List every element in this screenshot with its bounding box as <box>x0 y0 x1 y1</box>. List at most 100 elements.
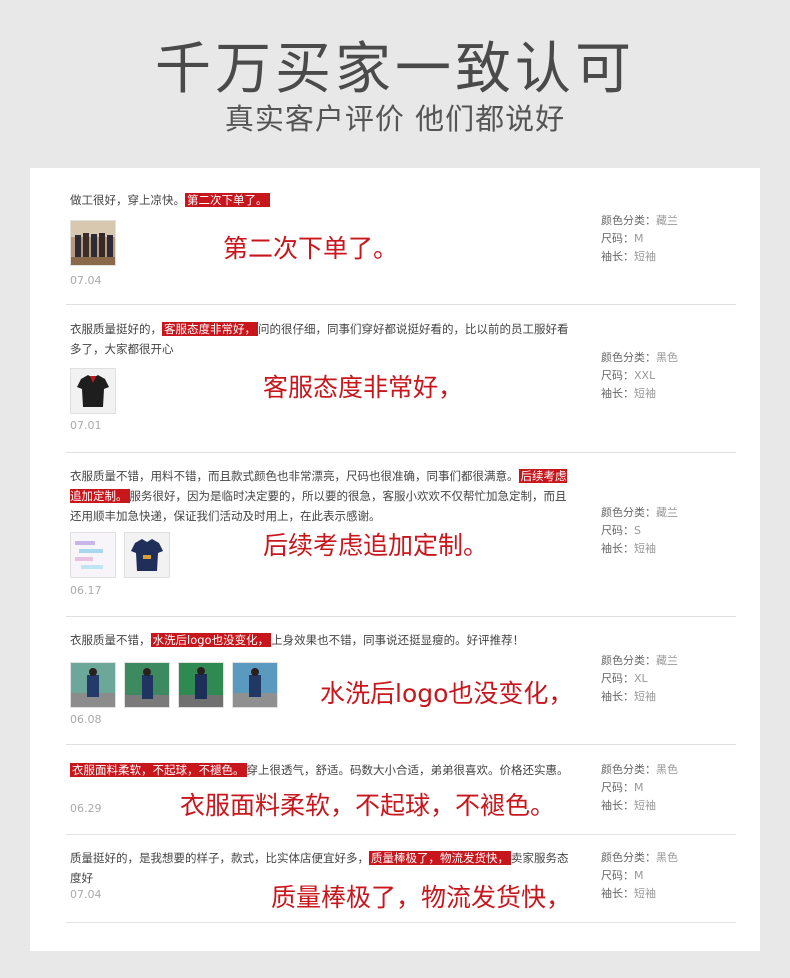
review-specs: 颜色分类：黑色 尺码：M 袖长：短袖 <box>601 761 731 815</box>
review-highlight: 客服态度非常好， <box>162 322 258 336</box>
review-date: 06.08 <box>70 713 102 726</box>
review-photo-thumbnail[interactable] <box>70 220 116 266</box>
spec-size: 尺码：XXL <box>601 367 731 385</box>
spec-value: XXL <box>634 369 656 382</box>
spec-value: 藏兰 <box>656 506 678 519</box>
review-thumbnails <box>70 532 178 578</box>
review-item: 质量挺好的，是我想要的样子，款式，比实体店便宜好多， 质量棒极了，物流发货快， 卖家… <box>66 834 736 923</box>
review-text: 衣服质量不错，用料不错，而且款式颜色也非常漂亮，尺码也很准确，同事们都很满意。后… <box>70 466 570 526</box>
spec-color: 颜色分类：藏兰 <box>601 652 731 670</box>
review-photo-thumbnail[interactable] <box>124 662 170 708</box>
review-text-after: 穿上很透气，舒适。码数大小合适，弟弟很喜欢。价格还实惠。 <box>246 763 569 777</box>
review-big-caption: 水洗后logo也没变化， <box>320 679 574 708</box>
spec-sleeve: 袖长：短袖 <box>601 385 731 403</box>
review-big-caption: 质量棒极了，物流发货快， <box>271 883 572 912</box>
spec-value: 黑色 <box>656 763 678 776</box>
spec-label: 袖长： <box>601 250 634 263</box>
spec-value: 短袖 <box>634 887 656 900</box>
spec-size: 尺码：XL <box>601 670 731 688</box>
spec-sleeve: 袖长：短袖 <box>601 688 731 706</box>
review-text-before: 衣服质量挺好的， <box>70 322 162 336</box>
review-text: 衣服质量不错， 水洗后logo也没变化， 上身效果也不错，同事说还挺显瘦的。好评推荐… <box>70 630 570 650</box>
review-text-before: 质量挺好的，是我想要的样子，款式，比实体店便宜好多， <box>70 851 369 865</box>
spec-label: 颜色分类： <box>601 351 656 364</box>
spec-label: 颜色分类： <box>601 214 656 227</box>
review-text-before: 做工很好，穿上凉快。 <box>70 193 185 207</box>
review-item: 衣服质量不错，用料不错，而且款式颜色也非常漂亮，尺码也很准确，同事们都很满意。后… <box>66 452 736 617</box>
review-date: 07.01 <box>70 419 102 432</box>
review-big-caption: 衣服面料柔软，不起球，不褪色。 <box>180 791 556 820</box>
group-photo-icon <box>71 221 115 265</box>
spec-sleeve: 袖长：短袖 <box>601 885 731 903</box>
spec-color: 颜色分类：黑色 <box>601 349 731 367</box>
spec-value: M <box>634 232 644 245</box>
review-photo-thumbnail[interactable] <box>232 662 278 708</box>
spec-label: 尺码： <box>601 232 634 245</box>
spec-label: 颜色分类： <box>601 654 656 667</box>
spec-label: 尺码： <box>601 672 634 685</box>
review-photo-thumbnail[interactable] <box>70 532 116 578</box>
review-highlight: 衣服面料柔软，不起球，不褪色。 <box>70 763 247 777</box>
review-specs: 颜色分类：黑色 尺码：XXL 袖长：短袖 <box>601 349 731 403</box>
spec-value: 短袖 <box>634 250 656 263</box>
review-highlight: 水洗后logo也没变化， <box>150 633 272 647</box>
worker-photo-icon <box>179 663 223 707</box>
spec-size: 尺码：M <box>601 867 731 885</box>
spec-label: 袖长： <box>601 690 634 703</box>
review-big-caption: 客服态度非常好， <box>263 373 464 402</box>
spec-label: 尺码： <box>601 781 634 794</box>
review-photo-thumbnail[interactable] <box>70 368 116 414</box>
review-text: 衣服面料柔软，不起球，不褪色。 穿上很透气，舒适。码数大小合适，弟弟很喜欢。价格还… <box>70 760 570 780</box>
spec-label: 尺码： <box>601 369 634 382</box>
review-item: 衣服面料柔软，不起球，不褪色。 穿上很透气，舒适。码数大小合适，弟弟很喜欢。价格还… <box>66 744 736 835</box>
spec-label: 袖长： <box>601 542 634 555</box>
page-subtitle: 真实客户评价 他们都说好 <box>224 102 566 136</box>
page-title: 千万买家一致认可 <box>155 37 635 102</box>
review-specs: 颜色分类：藏兰 尺码：XL 袖长：短袖 <box>601 652 731 706</box>
review-specs: 颜色分类：黑色 尺码：M 袖长：短袖 <box>601 849 731 903</box>
chat-screenshot-icon <box>71 533 115 577</box>
spec-color: 颜色分类：黑色 <box>601 849 731 867</box>
review-thumbnails <box>70 662 286 708</box>
spec-color: 颜色分类：藏兰 <box>601 212 731 230</box>
navy-polo-icon <box>125 533 169 577</box>
spec-color: 颜色分类：黑色 <box>601 761 731 779</box>
reviews-panel: 做工很好，穿上凉快。第二次下单了。 第二次下单了。 07.04 颜色分类：藏兰 <box>30 168 760 951</box>
review-specs: 颜色分类：藏兰 尺码：M 袖长：短袖 <box>601 212 731 266</box>
spec-value: XL <box>634 672 648 685</box>
spec-color: 颜色分类：藏兰 <box>601 504 731 522</box>
review-photo-thumbnail[interactable] <box>178 662 224 708</box>
review-thumbnails <box>70 220 124 266</box>
review-text: 做工很好，穿上凉快。 第二次下单了。 <box>70 190 570 210</box>
spec-size: 尺码：M <box>601 230 731 248</box>
spec-value: 藏兰 <box>656 654 678 667</box>
spec-label: 颜色分类： <box>601 763 656 776</box>
review-item: 做工很好，穿上凉快。第二次下单了。 第二次下单了。 07.04 颜色分类：藏兰 <box>66 182 736 305</box>
spec-value: 短袖 <box>634 799 656 812</box>
spec-label: 颜色分类： <box>601 506 656 519</box>
spec-label: 尺码： <box>601 869 634 882</box>
review-text: 衣服质量挺好的， 客服态度非常好， 问的很仔细，同事们穿好都说挺好看的，比以前的员工… <box>70 319 570 359</box>
review-text-before: 衣服质量不错， <box>70 633 151 647</box>
review-highlight: 第二次下单了。 <box>185 193 270 207</box>
spec-value: 黑色 <box>656 851 678 864</box>
spec-value: 藏兰 <box>656 214 678 227</box>
review-text-after: 上身效果也不错，同事说还挺显瘦的。好评推荐！ <box>271 633 525 647</box>
review-big-caption: 后续考虑追加定制。 <box>263 531 489 560</box>
review-photo-thumbnail[interactable] <box>70 662 116 708</box>
review-item: 衣服质量不错， 水洗后logo也没变化， 上身效果也不错，同事说还挺显瘦的。好评推荐… <box>66 616 736 745</box>
spec-label: 袖长： <box>601 887 634 900</box>
worker-photo-icon <box>71 663 115 707</box>
review-photo-thumbnail[interactable] <box>124 532 170 578</box>
spec-value: 短袖 <box>634 542 656 555</box>
review-big-caption: 第二次下单了。 <box>223 234 399 263</box>
spec-label: 颜色分类： <box>601 851 656 864</box>
spec-label: 袖长： <box>601 799 634 812</box>
spec-value: M <box>634 781 644 794</box>
spec-value: 短袖 <box>634 387 656 400</box>
spec-sleeve: 袖长：短袖 <box>601 540 731 558</box>
header: 千万买家一致认可 真实客户评价 他们都说好 <box>0 0 790 168</box>
review-item: 衣服质量挺好的， 客服态度非常好， 问的很仔细，同事们穿好都说挺好看的，比以前的员工… <box>66 304 736 453</box>
spec-value: 短袖 <box>634 690 656 703</box>
review-date: 06.17 <box>70 584 102 597</box>
